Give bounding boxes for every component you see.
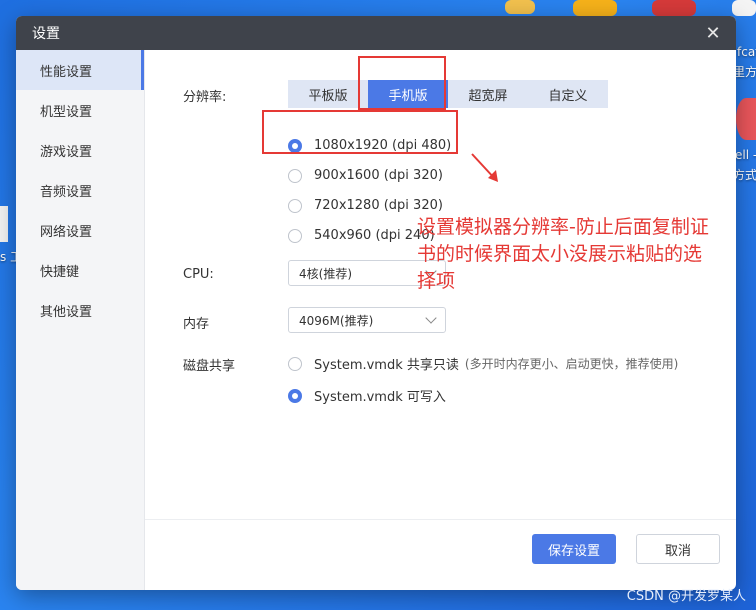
desktop-label: 方式 xyxy=(733,168,756,182)
tab-tablet[interactable]: 平板版 xyxy=(288,80,368,108)
resolution-option-1080[interactable]: 1080x1920 (dpi 480) xyxy=(288,138,451,153)
dialog-titlebar: 设置 ✕ xyxy=(16,16,736,50)
disk-option-readonly[interactable]: System.vmdk 共享只读 (多开时内存更小、启动更快，推荐使用) xyxy=(288,354,678,373)
sidebar-item-model[interactable]: 机型设置 xyxy=(16,90,144,130)
cpu-value: 4核(推荐) xyxy=(299,266,352,281)
sidebar-item-game[interactable]: 游戏设置 xyxy=(16,130,144,170)
desktop-app-icon[interactable] xyxy=(573,0,617,16)
sidebar-item-other[interactable]: 其他设置 xyxy=(16,290,144,330)
desktop-label: fcat xyxy=(737,45,756,59)
disk-option-writable[interactable]: System.vmdk 可写入 xyxy=(288,386,446,405)
radio-checked-icon[interactable] xyxy=(288,388,302,403)
desktop-shell-icon[interactable] xyxy=(736,98,756,140)
tab-ultrawide[interactable]: 超宽屏 xyxy=(448,80,528,108)
close-icon[interactable]: ✕ xyxy=(702,22,724,44)
chevron-down-icon xyxy=(425,312,437,324)
sidebar-item-shortcuts[interactable]: 快捷键 xyxy=(16,250,144,290)
resolution-tabs: 平板版 手机版 超宽屏 自定义 xyxy=(288,80,608,108)
resolution-label: 分辨率: xyxy=(183,90,227,105)
settings-sidebar: 性能设置 机型设置 游戏设置 音频设置 网络设置 快捷键 其他设置 xyxy=(16,50,145,590)
resolution-option-540[interactable]: 540x960 (dpi 240) xyxy=(288,228,435,243)
watermark: CSDN @开发罗某人 xyxy=(626,589,746,604)
resolution-option-720[interactable]: 720x1280 (dpi 320) xyxy=(288,198,443,213)
desktop-game-icon[interactable] xyxy=(652,0,696,16)
sidebar-item-performance[interactable]: 性能设置 xyxy=(16,50,144,90)
cancel-button[interactable]: 取消 xyxy=(636,534,720,564)
annotation-line: 设置模拟器分辨率-防止后面复制证 xyxy=(417,216,709,238)
disk-option-label: System.vmdk 共享只读 xyxy=(314,358,459,373)
disk-label: 磁盘共享 xyxy=(183,359,236,374)
resolution-option-900[interactable]: 900x1600 (dpi 320) xyxy=(288,168,443,183)
radio-icon[interactable] xyxy=(288,168,302,183)
resolution-option-label: 1080x1920 (dpi 480) xyxy=(314,138,452,153)
radio-checked-icon[interactable] xyxy=(288,138,302,153)
tab-custom[interactable]: 自定义 xyxy=(528,80,608,108)
disk-option-hint: (多开时内存更小、启动更快，推荐使用) xyxy=(464,357,679,371)
resolution-option-label: 720x1280 (dpi 320) xyxy=(314,198,443,213)
settings-dialog: 设置 ✕ 性能设置 机型设置 游戏设置 音频设置 网络设置 快捷键 其他设置 分… xyxy=(16,16,736,590)
dialog-footer: 保存设置 取消 xyxy=(145,519,736,590)
annotation-text: 设置模拟器分辨率-防止后面复制证 书的时候界面太小没展示粘贴的选 择项 xyxy=(417,214,709,295)
annotation-line: 择项 xyxy=(417,270,456,292)
cpu-label: CPU: xyxy=(183,267,214,282)
radio-icon[interactable] xyxy=(288,356,302,371)
desktop-file-icon[interactable] xyxy=(0,206,8,242)
desktop-label: ell - xyxy=(735,148,756,162)
desktop-folder-icon[interactable] xyxy=(505,0,535,14)
memory-select[interactable]: 4096M(推荐) xyxy=(288,307,446,333)
desktop-shortcut-icon[interactable] xyxy=(732,0,756,16)
disk-option-label: System.vmdk 可写入 xyxy=(314,390,446,405)
annotation-arrow-icon xyxy=(471,153,498,182)
radio-icon[interactable] xyxy=(288,198,302,213)
memory-label: 内存 xyxy=(183,317,210,332)
save-button[interactable]: 保存设置 xyxy=(532,534,616,564)
memory-value: 4096M(推荐) xyxy=(299,313,374,328)
tab-phone[interactable]: 手机版 xyxy=(368,80,448,108)
resolution-option-label: 900x1600 (dpi 320) xyxy=(314,168,443,183)
dialog-title: 设置 xyxy=(32,26,60,42)
desktop-label: 里方式 xyxy=(733,65,756,79)
sidebar-item-network[interactable]: 网络设置 xyxy=(16,210,144,250)
sidebar-item-audio[interactable]: 音频设置 xyxy=(16,170,144,210)
annotation-line: 书的时候界面太小没展示粘贴的选 xyxy=(417,243,703,265)
radio-icon[interactable] xyxy=(288,228,302,243)
